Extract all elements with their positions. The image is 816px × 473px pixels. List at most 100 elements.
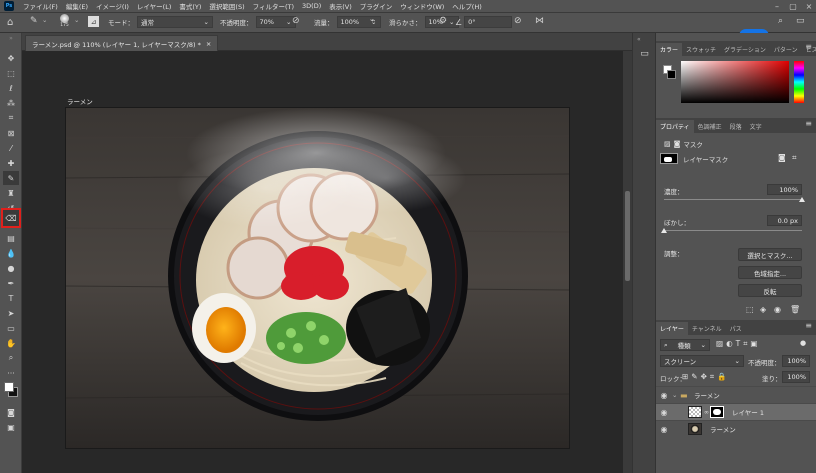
- zoom-tool-icon[interactable]: ⌕: [3, 351, 19, 365]
- home-icon[interactable]: ⌂: [7, 17, 13, 28]
- panel-menu-icon[interactable]: ≡: [805, 321, 812, 330]
- tab-channels[interactable]: チャンネル: [688, 322, 726, 335]
- feather-input[interactable]: 0.0 px: [767, 215, 802, 226]
- brush-tool-icon[interactable]: ✎: [3, 171, 19, 185]
- visibility-icon[interactable]: ◉: [774, 305, 781, 314]
- menu-file[interactable]: ファイル(F): [19, 1, 62, 11]
- menu-edit[interactable]: 編集(E): [62, 1, 92, 11]
- invert-button[interactable]: 反転: [738, 284, 802, 297]
- tab-swatches[interactable]: スウォッチ: [682, 43, 720, 56]
- foreground-color-swatch[interactable]: [4, 382, 14, 392]
- brush-tool-preset-icon[interactable]: ✎: [30, 16, 38, 26]
- move-tool-icon[interactable]: ✥: [3, 51, 19, 65]
- menu-window[interactable]: ウィンドウ(W): [396, 1, 448, 11]
- mask-icon[interactable]: ◙: [674, 140, 681, 148]
- color-swatches[interactable]: [3, 378, 19, 400]
- toolbar-collapse-icon[interactable]: »: [3, 35, 19, 42]
- tab-properties[interactable]: プロパティ: [656, 120, 694, 133]
- frame-tool-icon[interactable]: ⊠: [3, 126, 19, 140]
- quick-mask-icon[interactable]: ◙: [3, 405, 19, 419]
- pressure-opacity-icon[interactable]: ⊘: [292, 16, 300, 26]
- screen-mode-icon[interactable]: ▣: [3, 420, 19, 434]
- maximize-icon[interactable]: ▢: [786, 0, 800, 13]
- layer-row-group[interactable]: ◉ ⌄ ▬ ラーメン: [656, 386, 816, 403]
- blur-tool-icon[interactable]: 💧: [3, 246, 19, 260]
- tab-gradients[interactable]: グラデーション: [720, 43, 770, 56]
- dock-collapse-icon[interactable]: «: [637, 36, 641, 43]
- menu-layer[interactable]: レイヤー(L): [133, 1, 176, 11]
- eraser-tool-icon[interactable]: ⌫: [1, 208, 21, 228]
- crop-tool-icon[interactable]: ⌗: [3, 111, 19, 125]
- hue-slider[interactable]: [794, 61, 804, 103]
- density-input[interactable]: 100%: [767, 184, 802, 195]
- hand-tool-icon[interactable]: ✋: [3, 336, 19, 350]
- layer-filter-select[interactable]: ⌕ 種類 ⌄: [660, 339, 710, 351]
- feather-slider-knob[interactable]: [661, 228, 667, 233]
- eye-icon[interactable]: ◉: [656, 408, 672, 417]
- rectangle-tool-icon[interactable]: ▭: [3, 321, 19, 335]
- minimize-icon[interactable]: –: [770, 0, 784, 13]
- angle-input[interactable]: 0°: [464, 16, 513, 28]
- menu-3d[interactable]: 3D(D): [298, 2, 325, 10]
- layer-mask-thumbnail[interactable]: [710, 406, 724, 418]
- menu-plugins[interactable]: プラグイン: [356, 1, 397, 11]
- search-icon[interactable]: ⌕: [778, 16, 783, 26]
- color-picker-field[interactable]: [681, 61, 789, 103]
- magic-wand-tool-icon[interactable]: ⁂: [3, 96, 19, 110]
- mode-select[interactable]: 通常 ⌄: [137, 16, 213, 28]
- document-tab[interactable]: ラーメン.psd @ 110% (レイヤー 1, レイヤーマスク/8) * ×: [25, 35, 219, 51]
- feather-slider[interactable]: [664, 230, 802, 231]
- menu-filter[interactable]: フィルター(T): [249, 1, 298, 11]
- path-selection-tool-icon[interactable]: ➤: [3, 306, 19, 320]
- smoothing-settings-icon[interactable]: ⚙: [439, 16, 447, 26]
- pressure-size-icon[interactable]: ⊘: [514, 16, 522, 26]
- menu-image[interactable]: イメージ(I): [92, 1, 133, 11]
- chevron-down-icon[interactable]: ⌄: [672, 391, 680, 399]
- menu-help[interactable]: ヘルプ(H): [448, 1, 485, 11]
- eyedropper-tool-icon[interactable]: ⁄: [3, 141, 19, 155]
- canvas-vertical-scrollbar[interactable]: [623, 51, 632, 473]
- filter-toggle-icon[interactable]: ●: [800, 339, 806, 347]
- panel-menu-icon[interactable]: ≡: [805, 42, 812, 51]
- lasso-tool-icon[interactable]: ℓ: [3, 81, 19, 95]
- layer-row-image[interactable]: ◉ ラーメン: [656, 420, 816, 437]
- layer-row-selected[interactable]: ◉ ∞ レイヤー 1: [656, 403, 816, 420]
- clone-stamp-tool-icon[interactable]: ♜: [3, 186, 19, 200]
- menu-type[interactable]: 書式(Y): [175, 1, 205, 11]
- menu-select[interactable]: 選択範囲(S): [205, 1, 248, 11]
- chevron-down-icon[interactable]: ⌄: [42, 16, 47, 24]
- select-and-mask-button[interactable]: 選択とマスク...: [738, 248, 802, 261]
- tab-color[interactable]: カラー: [656, 43, 683, 56]
- load-selection-icon[interactable]: ⬚: [746, 305, 754, 314]
- tab-paths[interactable]: パス: [726, 322, 746, 335]
- chevron-down-icon[interactable]: ⌄: [74, 16, 79, 24]
- comments-icon[interactable]: ▭: [638, 47, 651, 60]
- lock-icons[interactable]: ⊞✎✥⌗🔒: [682, 372, 729, 382]
- pen-tool-icon[interactable]: ✒: [3, 276, 19, 290]
- tab-paragraph[interactable]: 段落: [726, 120, 746, 133]
- color-range-button[interactable]: 色域指定...: [738, 266, 802, 279]
- select-mask-icon[interactable]: ◙: [778, 153, 786, 162]
- dodge-tool-icon[interactable]: ●: [3, 261, 19, 275]
- vector-mask-icon[interactable]: ⌗: [792, 153, 797, 163]
- eye-icon[interactable]: ◉: [656, 425, 672, 434]
- gradient-tool-icon[interactable]: ▤: [3, 231, 19, 245]
- delete-icon[interactable]: 🗑: [790, 305, 800, 314]
- opacity-input[interactable]: 70% ⌄: [255, 16, 296, 28]
- menu-view[interactable]: 表示(V): [325, 1, 356, 11]
- close-icon[interactable]: ×: [206, 40, 211, 48]
- brush-settings-icon[interactable]: ⊿: [88, 16, 99, 27]
- scrollbar-thumb[interactable]: [625, 191, 630, 281]
- healing-brush-tool-icon[interactable]: ✚: [3, 156, 19, 170]
- canvas-area[interactable]: ラーメン: [22, 51, 623, 473]
- airbrush-icon[interactable]: ⌁: [370, 16, 375, 26]
- image-icon[interactable]: ▨: [664, 140, 671, 148]
- brush-size-picker[interactable]: 175: [60, 14, 69, 28]
- apply-mask-icon[interactable]: ◈: [760, 305, 766, 314]
- tab-patterns[interactable]: パターン: [770, 43, 802, 56]
- background-color-chip[interactable]: [667, 70, 676, 79]
- close-icon[interactable]: ×: [802, 0, 816, 13]
- artboard-image[interactable]: [65, 107, 570, 449]
- workspace-icon[interactable]: ▭: [796, 16, 805, 26]
- density-slider-knob[interactable]: [799, 197, 805, 202]
